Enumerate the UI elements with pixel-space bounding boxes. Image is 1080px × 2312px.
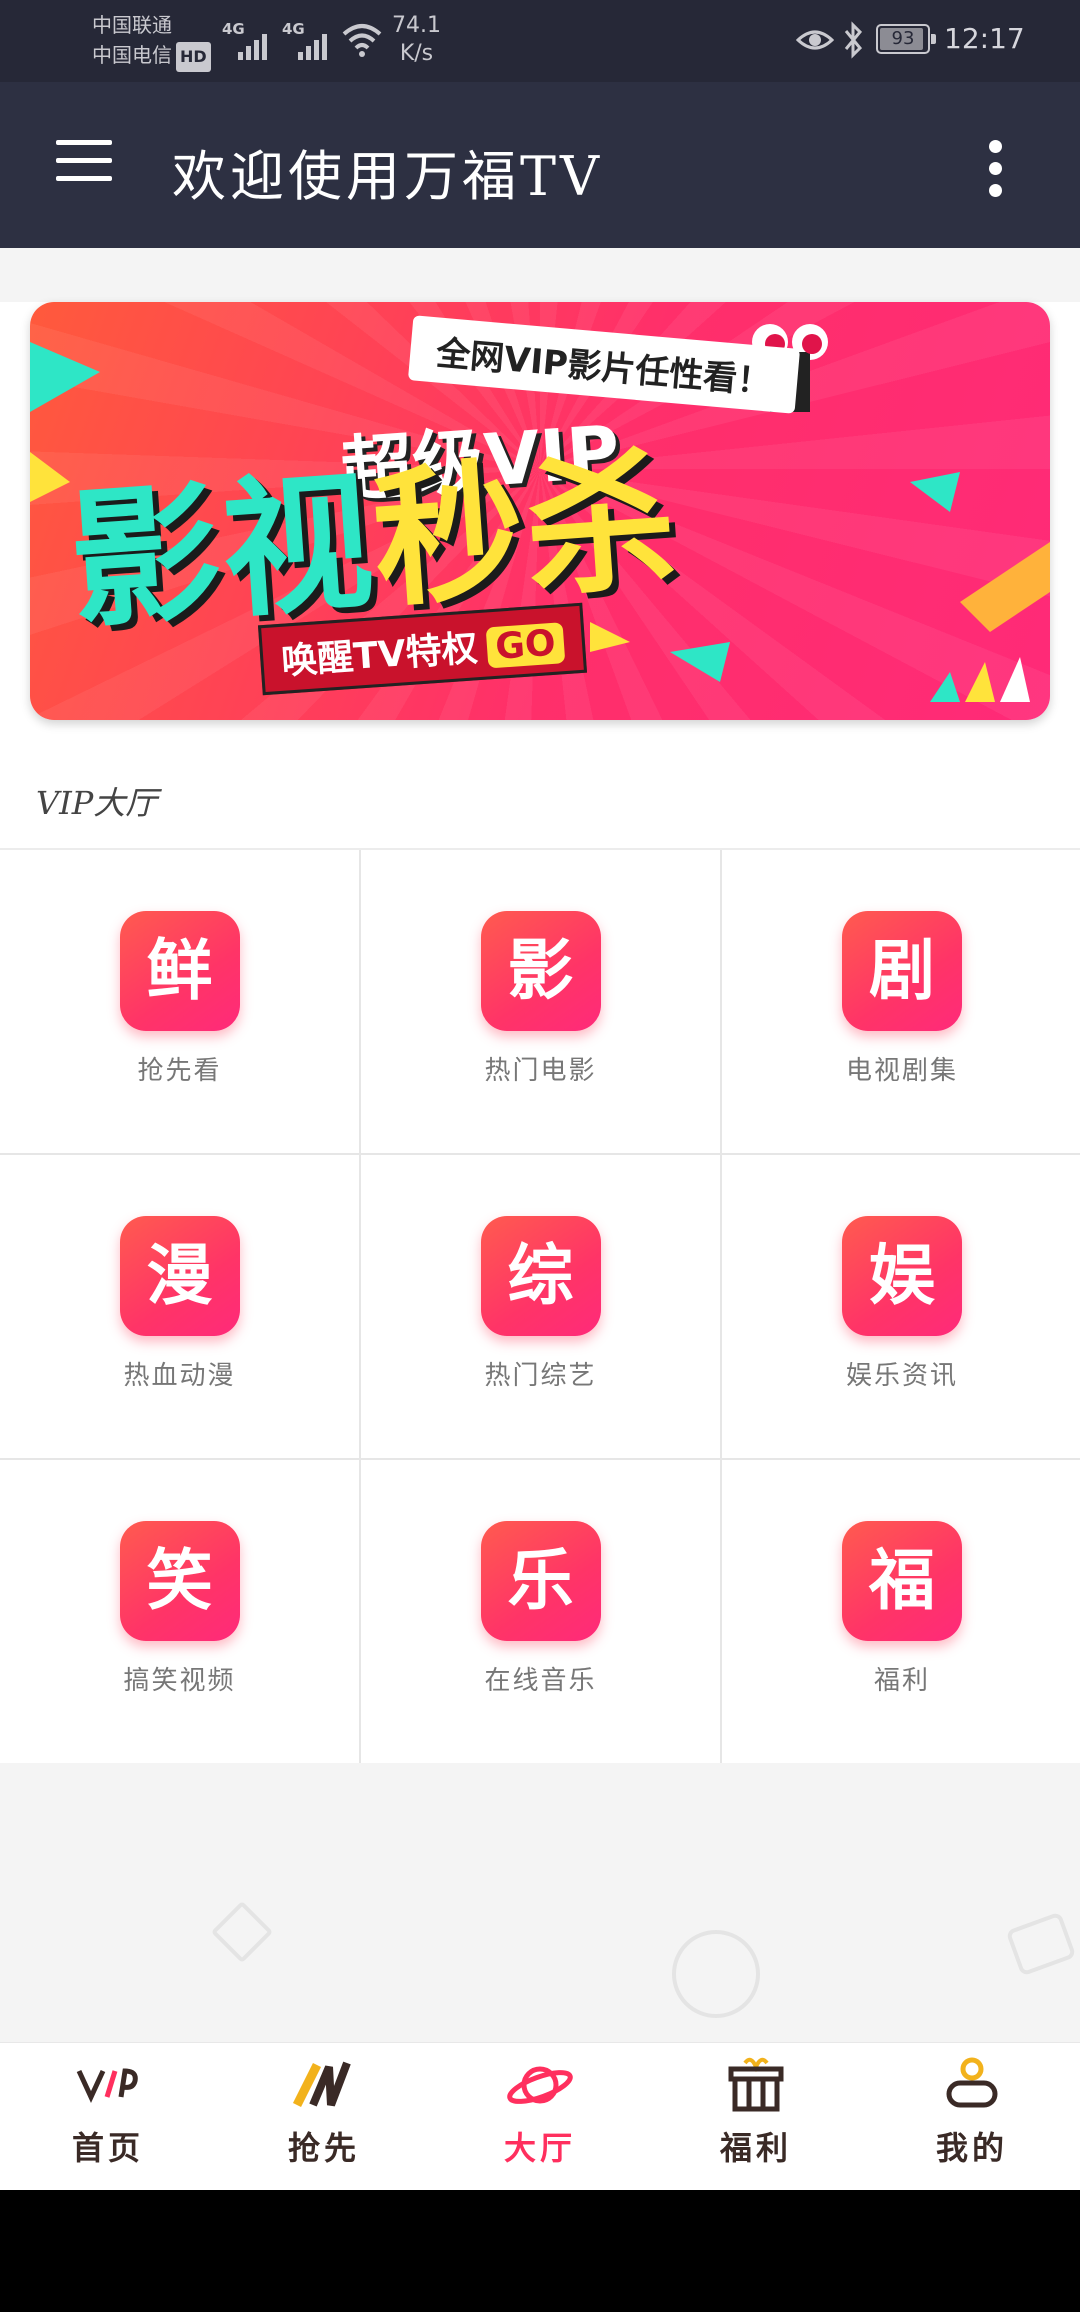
- grid-item-welfare[interactable]: 福福利: [722, 1460, 1080, 1763]
- signal-icon-2: 4G: [282, 20, 332, 60]
- nav-label-home: 首页: [71, 2129, 144, 2167]
- battery-icon: 93: [876, 24, 936, 54]
- gift-icon: [728, 2057, 784, 2112]
- network-speed: 74.1 K/s: [392, 12, 441, 68]
- hamburger-menu-icon[interactable]: [56, 140, 112, 184]
- carrier-info: 中国联通 中国电信 HD: [92, 10, 211, 72]
- tile-icon: 乐: [480, 1521, 601, 1641]
- category-grid: 鲜抢先看 影热门电影 剧电视剧集 漫热血动漫 综热门综艺 娱娱乐资讯 笑搞笑视频…: [0, 850, 1080, 1763]
- grid-item-funny-videos[interactable]: 笑搞笑视频: [0, 1460, 359, 1763]
- grid-item-first-look[interactable]: 鲜抢先看: [0, 850, 359, 1153]
- watermark-mark: [210, 1900, 274, 1964]
- grid-item-label: 在线音乐: [484, 1666, 597, 1696]
- banner-headline: 影视秒杀: [65, 434, 684, 650]
- grid-item-label: 福利: [873, 1666, 930, 1696]
- nav-label-hall: 大厅: [503, 2129, 576, 2167]
- grid-item-label: 热门综艺: [484, 1361, 597, 1391]
- nav-item-first[interactable]: 抢先: [216, 2043, 432, 2191]
- speed-value: 74.1: [392, 13, 441, 38]
- user-icon: [946, 2057, 998, 2108]
- tile-icon: 笑: [119, 1521, 240, 1641]
- app-title: 欢迎使用万福TV: [172, 145, 604, 208]
- tile-icon: 漫: [119, 1216, 240, 1336]
- watermark-mark: [672, 1930, 760, 2018]
- tile-icon: 福: [842, 1521, 962, 1641]
- grid-item-movies[interactable]: 影热门电影: [361, 850, 720, 1153]
- tile-icon: 鲜: [119, 911, 240, 1031]
- nav-label-first: 抢先: [287, 2129, 360, 2167]
- nav-item-mine[interactable]: 我的: [864, 2043, 1080, 2191]
- battery-level: 93: [891, 28, 915, 49]
- carrier-1: 中国联通: [92, 13, 172, 37]
- vip-icon: [76, 2068, 138, 2103]
- banner-area: 全网VIP影片任性看！ 超级VIP 影视秒杀 唤醒TV特权 GO: [0, 302, 1080, 750]
- grid-item-anime[interactable]: 漫热血动漫: [0, 1155, 359, 1458]
- grid-item-tv-series[interactable]: 剧电视剧集: [722, 850, 1080, 1153]
- eye-comfort-icon: [796, 30, 834, 50]
- m-logo-icon: [292, 2061, 351, 2108]
- app-bar: 欢迎使用万福TV: [0, 82, 1080, 248]
- bluetooth-icon: [844, 21, 863, 59]
- speed-unit: K/s: [399, 41, 434, 66]
- planet-icon: [507, 2066, 573, 2104]
- signal-icon-1: 4G: [222, 20, 272, 60]
- wifi-icon: [342, 24, 382, 57]
- grid-item-label: 电视剧集: [845, 1056, 958, 1086]
- banner-badge-text: 唤醒TV特权: [280, 628, 479, 683]
- system-navigation-bar: [0, 2190, 1080, 2312]
- carrier-2: 中国电信: [92, 43, 172, 67]
- nav-label-mine: 我的: [935, 2129, 1008, 2167]
- section-title: VIP大厅: [36, 784, 158, 822]
- hd-badge: HD: [176, 42, 211, 72]
- tile-icon: 娱: [842, 1216, 962, 1336]
- nav-item-home[interactable]: 首页: [0, 2043, 216, 2191]
- tile-icon: 综: [480, 1216, 601, 1336]
- nav-item-welfare[interactable]: 福利: [648, 2043, 864, 2191]
- tile-icon: 影: [480, 911, 601, 1031]
- grid-item-label: 抢先看: [137, 1056, 222, 1086]
- grid-item-entertainment-news[interactable]: 娱娱乐资讯: [722, 1155, 1080, 1458]
- nav-item-hall[interactable]: 大厅: [432, 2043, 648, 2191]
- grid-item-variety[interactable]: 综热门综艺: [361, 1155, 720, 1458]
- status-bar: 中国联通 中国电信 HD 4G 4G 74.1 K/s 93 12:17: [0, 0, 1080, 82]
- bottom-navigation: 首页 抢先 大厅 福利 我的: [0, 2042, 1080, 2191]
- tile-icon: 剧: [842, 911, 962, 1031]
- grid-item-label: 搞笑视频: [123, 1666, 236, 1696]
- section-header: VIP大厅: [0, 750, 1080, 850]
- banner-headline-part2: 秒杀: [367, 434, 684, 629]
- banner-go: GO: [486, 622, 565, 669]
- grid-item-label: 娱乐资讯: [845, 1361, 958, 1391]
- grid-item-label: 热门电影: [484, 1056, 597, 1086]
- nav-label-welfare: 福利: [719, 2129, 792, 2167]
- more-vertical-icon[interactable]: [980, 140, 1012, 197]
- promo-banner[interactable]: 全网VIP影片任性看！ 超级VIP 影视秒杀 唤醒TV特权 GO: [30, 302, 1050, 720]
- watermark-mark: [1005, 1911, 1077, 1977]
- grid-item-music[interactable]: 乐在线音乐: [361, 1460, 720, 1763]
- clock: 12:17: [944, 22, 1025, 55]
- grid-item-label: 热血动漫: [123, 1361, 236, 1391]
